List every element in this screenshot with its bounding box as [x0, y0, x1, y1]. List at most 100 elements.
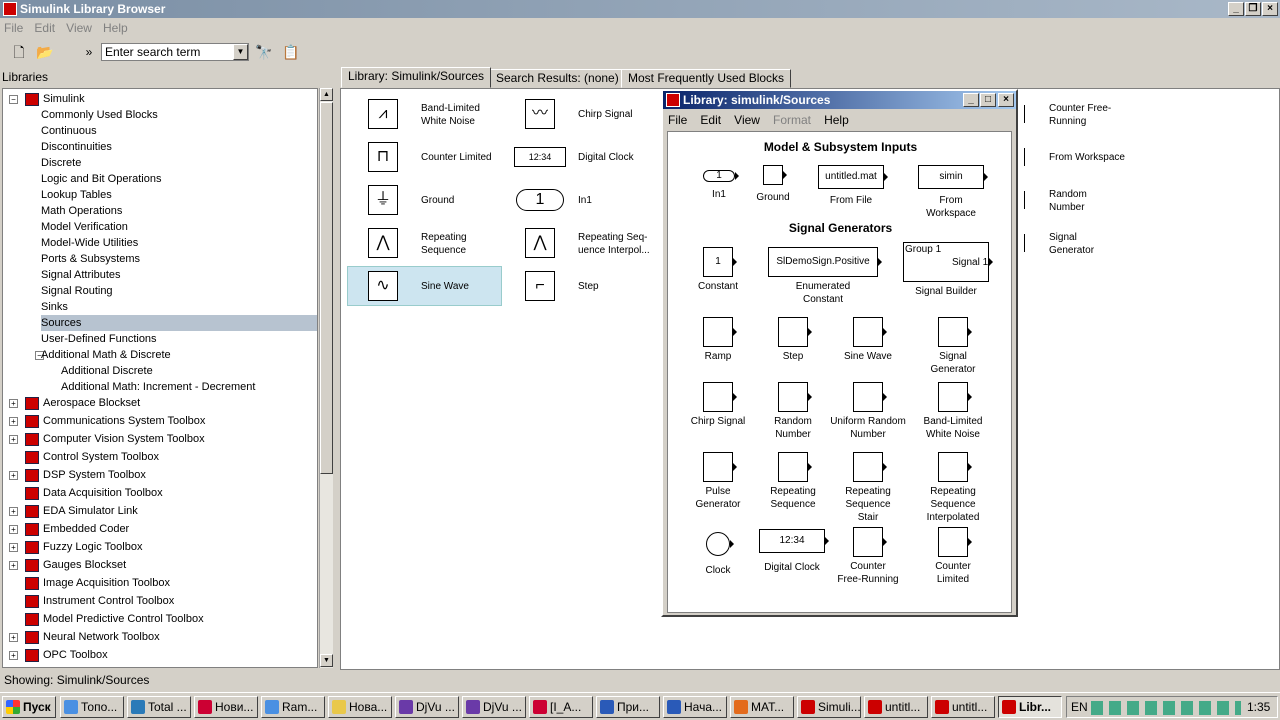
tree-expander-icon[interactable]: + — [9, 417, 18, 426]
tree-item[interactable]: Ports & Subsystems — [41, 251, 140, 267]
block-icon[interactable]: ⋀ — [368, 228, 398, 258]
tree-item[interactable]: User-Defined Functions — [41, 331, 157, 347]
signal-generator-block[interactable] — [703, 382, 733, 412]
taskbar-button[interactable]: Simuli... — [797, 696, 861, 718]
signal-generator-block[interactable] — [778, 452, 808, 482]
tree-item[interactable]: Embedded Coder — [43, 521, 129, 537]
library-canvas[interactable]: Model & Subsystem Inputs Signal Generato… — [667, 131, 1012, 613]
tree-item[interactable]: Signal Routing — [41, 283, 113, 299]
close-button[interactable]: × — [1262, 2, 1278, 16]
taskbar-button[interactable]: untitl... — [864, 696, 928, 718]
tree-expander-icon[interactable]: − — [9, 95, 18, 104]
tree-item[interactable]: Model Predictive Control Toolbox — [43, 611, 204, 627]
library-window[interactable]: Library: simulink/Sources _ □ × File Edi… — [661, 89, 1018, 617]
minimize-button[interactable]: _ — [1228, 2, 1244, 16]
taskbar-button[interactable]: [I_A... — [529, 696, 593, 718]
scroll-up-icon[interactable]: ▲ — [320, 88, 333, 101]
tab-library-sources[interactable]: Library: Simulink/Sources — [341, 67, 492, 88]
clock-block[interactable] — [706, 532, 730, 556]
tree-item[interactable]: OPC Toolbox — [43, 647, 108, 663]
open-folder-icon[interactable]: 📂 — [34, 42, 56, 62]
menu-edit[interactable]: Edit — [30, 19, 59, 37]
block-icon[interactable]: ∿ — [368, 271, 398, 301]
start-button[interactable]: Пуск — [2, 696, 56, 718]
block-icon[interactable]: 1 — [516, 189, 564, 211]
signal-generator-block[interactable] — [938, 382, 968, 412]
tree-expander-icon[interactable]: + — [9, 399, 18, 408]
lw-menu-file[interactable]: File — [663, 111, 692, 129]
lw-menu-edit[interactable]: Edit — [695, 111, 726, 129]
toolbar-overflow-icon[interactable]: » — [78, 42, 100, 62]
taskbar-button[interactable]: Нача... — [663, 696, 727, 718]
block-icon[interactable]: ⊓ — [368, 142, 398, 172]
block-icon[interactable]: ⩘ — [368, 99, 398, 129]
tree-item[interactable]: Image Acquisition Toolbox — [43, 575, 170, 591]
lw-menu-view[interactable]: View — [729, 111, 765, 129]
tree-expander-icon[interactable]: + — [9, 633, 18, 642]
menu-help[interactable]: Help — [99, 19, 132, 37]
taskbar-button[interactable]: MAT... — [730, 696, 794, 718]
library-window-title-bar[interactable]: Library: simulink/Sources _ □ × — [663, 91, 1016, 109]
tree-expander-icon[interactable]: + — [9, 507, 18, 516]
tree-item[interactable]: DSP System Toolbox — [43, 467, 146, 483]
lw-maximize-button[interactable]: □ — [980, 93, 996, 107]
tree-item[interactable]: Computer Vision System Toolbox — [43, 431, 205, 447]
enumerated-constant-block[interactable]: SlDemoSign.Positive — [768, 247, 878, 277]
counter-free-running-block[interactable] — [853, 527, 883, 557]
library-tree[interactable]: − Simulink Commonly Used Blocks Continuous D… — [2, 88, 318, 668]
taskbar-button[interactable]: Total ... — [127, 696, 191, 718]
tree-item[interactable]: Simulink — [43, 91, 85, 107]
tree-item[interactable]: Continuous — [41, 123, 97, 139]
menu-file[interactable]: File — [0, 19, 27, 37]
new-model-icon[interactable]: 🗋 — [8, 42, 30, 62]
tree-item[interactable]: Communications System Toolbox — [43, 413, 205, 429]
taskbar-button[interactable]: DjVu ... — [395, 696, 459, 718]
counter-limited-block[interactable] — [938, 527, 968, 557]
tree-item[interactable]: Logic and Bit Operations — [41, 171, 161, 187]
signal-generator-block[interactable] — [703, 317, 733, 347]
tree-expander-icon[interactable]: + — [9, 561, 18, 570]
taskbar-button[interactable]: Нова... — [328, 696, 392, 718]
tree-item[interactable]: Signal Attributes — [41, 267, 121, 283]
from-workspace-block[interactable]: simin — [918, 165, 984, 189]
block-icon[interactable]: 12:34 — [514, 147, 566, 167]
tree-item[interactable]: Fuzzy Logic Toolbox — [43, 539, 142, 555]
tree-expander-icon[interactable]: + — [9, 651, 18, 660]
taskbar-button[interactable]: Топо... — [60, 696, 124, 718]
window-title-bar[interactable]: Simulink Library Browser _ ❐ × — [0, 0, 1280, 18]
tree-item[interactable]: Instrument Control Toolbox — [43, 593, 174, 609]
tree-item[interactable]: Control System Toolbox — [43, 449, 159, 465]
tree-item[interactable]: Additional Math: Increment - Decrement — [61, 379, 255, 395]
lw-minimize-button[interactable]: _ — [963, 93, 979, 107]
tree-item[interactable]: Commonly Used Blocks — [41, 107, 158, 123]
signal-generator-block[interactable] — [778, 317, 808, 347]
block-icon[interactable]: 〰 — [525, 99, 555, 129]
maximize-button[interactable]: ❐ — [1245, 2, 1261, 16]
signal-generator-block[interactable] — [703, 452, 733, 482]
tree-expander-icon[interactable]: + — [9, 543, 18, 552]
tree-item[interactable]: Additional Math & Discrete — [41, 347, 171, 363]
search-input[interactable]: Enter search term — [101, 43, 249, 61]
signal-generator-block[interactable] — [938, 452, 968, 482]
tree-item[interactable]: Sources — [41, 315, 317, 331]
menu-view[interactable]: View — [62, 19, 96, 37]
tree-item[interactable]: Discontinuities — [41, 139, 112, 155]
tree-item[interactable]: Data Acquisition Toolbox — [43, 485, 163, 501]
digital-clock-block[interactable]: 12:34 — [759, 529, 825, 553]
search-dropdown-arrow-icon[interactable]: ▼ — [233, 44, 248, 60]
signal-generator-block[interactable] — [938, 317, 968, 347]
tab-most-frequent[interactable]: Most Frequently Used Blocks — [621, 69, 792, 88]
tree-scrollbar[interactable]: ▲ ▼ — [319, 88, 333, 668]
tree-item[interactable]: Model Verification — [41, 219, 128, 235]
signal-generator-block[interactable] — [853, 382, 883, 412]
tree-expander-icon[interactable]: + — [9, 471, 18, 480]
tree-item[interactable]: EDA Simulator Link — [43, 503, 138, 519]
taskbar-button[interactable]: untitl... — [931, 696, 995, 718]
block-icon[interactable]: ⏚ — [368, 185, 398, 215]
tree-item[interactable]: Aerospace Blockset — [43, 395, 140, 411]
scroll-thumb[interactable] — [320, 102, 333, 474]
search-options-icon[interactable]: 📋 — [280, 42, 302, 62]
taskbar-button[interactable]: DjVu ... — [462, 696, 526, 718]
tree-expander-icon[interactable]: + — [9, 435, 18, 444]
signal-generator-block[interactable] — [853, 452, 883, 482]
